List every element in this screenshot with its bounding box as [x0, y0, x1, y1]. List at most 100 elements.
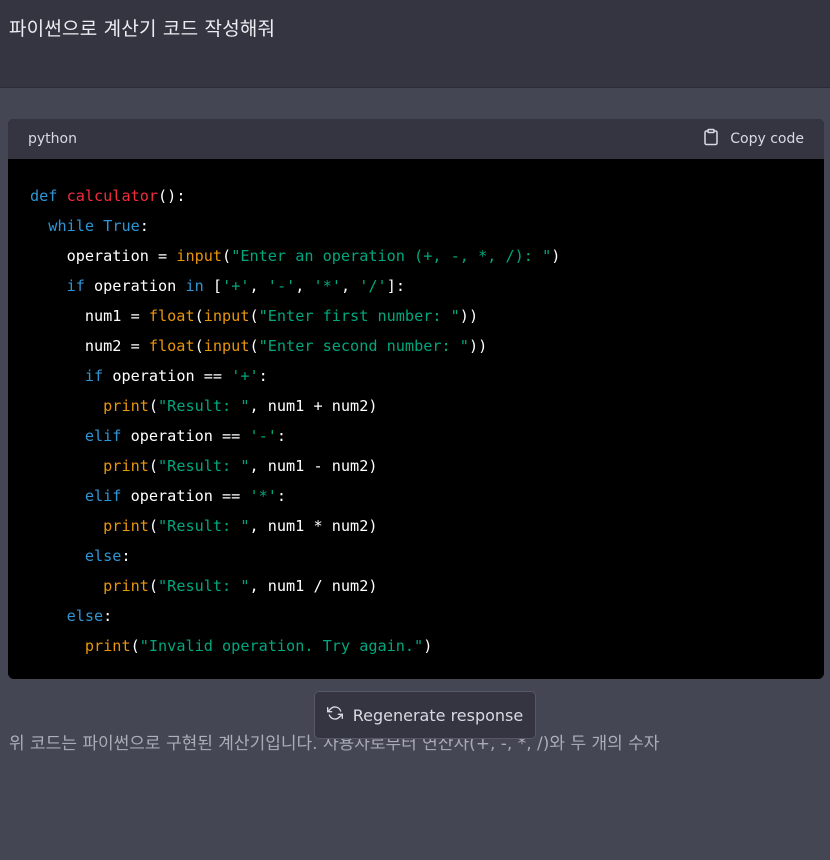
code-line: print("Result: ", num1 + num2) [30, 391, 802, 421]
code-token: )) [468, 337, 488, 355]
code-token: ( [130, 637, 140, 655]
code-line: elif operation == '-': [30, 421, 802, 451]
code-token: (): [158, 187, 186, 205]
code-token: "Invalid operation. Try again." [139, 637, 424, 655]
code-token: print [103, 577, 149, 595]
copy-code-label: Copy code [730, 131, 804, 147]
code-token: in [185, 277, 204, 295]
code-language-label: python [28, 131, 77, 147]
code-line: print("Result: ", num1 * num2) [30, 511, 802, 541]
code-token: , num1 / num2) [249, 577, 378, 595]
code-token: print [103, 397, 149, 415]
code-token: "Result: " [158, 577, 250, 595]
code-token: ( [148, 457, 159, 475]
code-token: )) [459, 307, 479, 325]
code-token: '*' [249, 487, 277, 505]
code-line: elif operation == '*': [30, 481, 802, 511]
code-token: operation [84, 277, 186, 295]
code-block-header: python Copy code [8, 119, 824, 159]
user-message-row: 파이썬으로 계산기 코드 작성해줘 [0, 0, 830, 88]
code-token: num2 = [30, 337, 149, 355]
code-token: operation = [30, 247, 177, 265]
code-token: def [30, 187, 58, 205]
code-token: ) [423, 637, 433, 655]
code-token: "Enter second number: " [258, 337, 469, 355]
regenerate-response-button[interactable]: Regenerate response [314, 691, 536, 739]
code-token: input [203, 307, 250, 325]
code-token: "Enter an operation (+, -, *, /): " [231, 247, 552, 265]
code-token: calculator [66, 187, 159, 205]
code-token: else [84, 547, 122, 565]
code-line: while True: [30, 211, 802, 241]
user-message-text: 파이썬으로 계산기 코드 작성해줘 [9, 18, 276, 40]
code-token: operation == [121, 427, 250, 445]
code-line: else: [30, 541, 802, 571]
code-token: , num1 - num2) [249, 457, 378, 475]
code-token: if [66, 277, 85, 295]
code-token: , [249, 277, 268, 295]
code-line: print("Result: ", num1 - num2) [30, 451, 802, 481]
code-token: ( [194, 337, 204, 355]
code-token: input [203, 337, 250, 355]
code-token: : [276, 427, 287, 445]
code-token: '-' [249, 427, 277, 445]
code-content: def calculator(): while True: operation … [8, 159, 824, 679]
copy-code-button[interactable]: Copy code [702, 128, 804, 150]
code-token: '+' [222, 277, 250, 295]
code-token: True [103, 217, 140, 235]
code-token: '*' [313, 277, 341, 295]
code-token: : [258, 367, 268, 385]
code-token: '/' [359, 277, 387, 295]
code-line: num2 = float(input("Enter second number:… [30, 331, 802, 361]
code-token: "Result: " [158, 397, 250, 415]
code-token: operation == [103, 367, 232, 385]
code-token: elif [84, 487, 122, 505]
code-token: , num1 + num2) [249, 397, 378, 415]
code-token: , [295, 277, 314, 295]
code-token: else [66, 607, 104, 625]
code-token: num1 = [30, 307, 149, 325]
code-token: input [176, 247, 223, 265]
code-token: ( [148, 517, 159, 535]
code-line: operation = input("Enter an operation (+… [30, 241, 802, 271]
assistant-message-row: python Copy code def calculator(): while… [0, 89, 830, 860]
code-token: ( [249, 307, 259, 325]
code-line: else: [30, 601, 802, 631]
code-line: if operation == '+': [30, 361, 802, 391]
refresh-icon [326, 705, 343, 725]
code-token: print [103, 457, 149, 475]
code-token: float [148, 337, 195, 355]
code-block: python Copy code def calculator(): while… [8, 119, 824, 679]
code-token: : [103, 607, 113, 625]
code-token: : [121, 547, 131, 565]
code-token: ) [551, 247, 561, 265]
regenerate-response-label: Regenerate response [352, 705, 524, 725]
code-line: num1 = float(input("Enter first number: … [30, 301, 802, 331]
code-token: : [276, 487, 287, 505]
code-token: "Enter first number: " [258, 307, 460, 325]
code-token: if [84, 367, 104, 385]
code-token: elif [84, 427, 122, 445]
code-line: def calculator(): [30, 181, 802, 211]
code-token: operation == [121, 487, 250, 505]
code-token: , [340, 277, 360, 295]
code-token: , num1 * num2) [249, 517, 378, 535]
code-token: ( [222, 247, 232, 265]
code-token: [ [203, 277, 223, 295]
code-token: ]: [386, 277, 405, 295]
code-line: if operation in ['+', '-', '*', '/']: [30, 271, 802, 301]
code-line: print("Result: ", num1 / num2) [30, 571, 802, 601]
code-token: while [48, 217, 95, 235]
code-line: print("Invalid operation. Try again.") [30, 631, 802, 661]
